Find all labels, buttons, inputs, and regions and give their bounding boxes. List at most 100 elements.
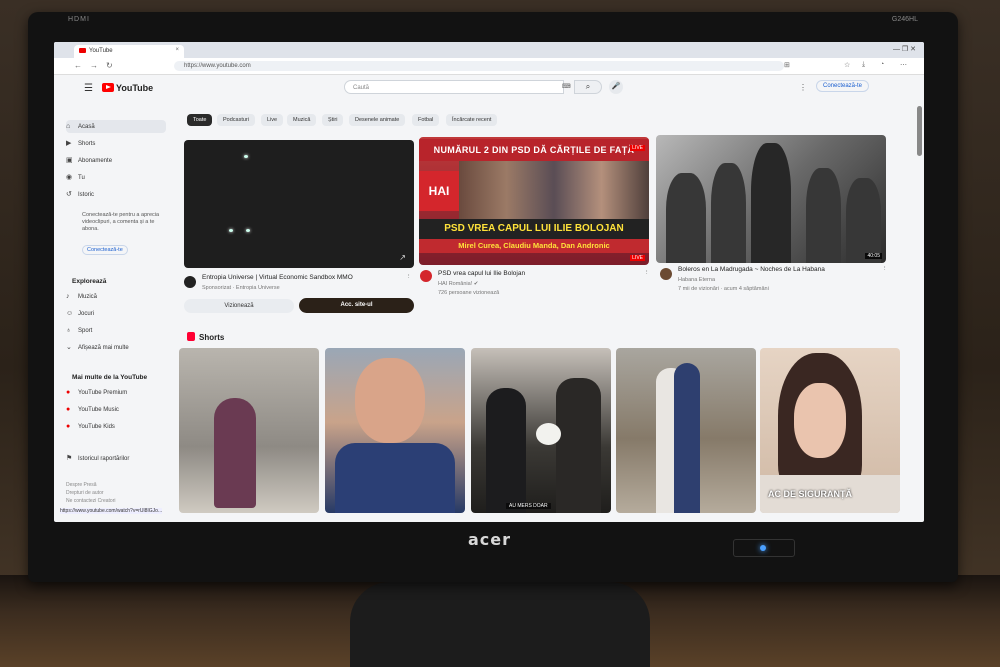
you-icon: ◉ (66, 174, 73, 181)
downloads-icon[interactable]: ⤓ (862, 61, 865, 69)
youtube-logo-text[interactable]: YouTube (116, 83, 153, 93)
hdmi-label: HDMI (68, 16, 90, 23)
chip-cartoons[interactable]: Desenele animate (349, 114, 406, 126)
sidebar-item-show-more[interactable]: ⌄ Afișează mai multe (66, 341, 166, 354)
sidebar-item-shorts[interactable]: ▶ Shorts (66, 137, 166, 150)
window-controls[interactable]: — ❐ ✕ (893, 45, 916, 53)
browser-tab[interactable]: YouTube × (74, 45, 184, 58)
sidebar-item-kids[interactable]: ● YouTube Kids (66, 420, 166, 433)
bookmark-icon[interactable]: ☆ (844, 61, 850, 69)
search-input[interactable]: Caută (344, 80, 564, 94)
chip-live[interactable]: Live (261, 114, 284, 126)
short-caption: AU MERS DOAR (506, 503, 551, 509)
back-icon[interactable]: ← (74, 61, 82, 70)
shorts-heading-text: Shorts (199, 333, 225, 342)
thumb-figure (806, 168, 841, 263)
sidebar-item-label: Sport (78, 328, 93, 334)
page-scrollbar[interactable] (917, 106, 922, 156)
watch-button[interactable]: Vizionează (184, 299, 294, 313)
youtube-kids-icon: ● (66, 423, 71, 430)
sidebar-signin-button[interactable]: Conectează-te (82, 245, 128, 255)
footer-links-1[interactable]: Despre Presă (66, 482, 97, 488)
channel-avatar[interactable] (660, 268, 672, 280)
short-card[interactable]: AU MERS DOAR (471, 348, 611, 513)
sidebar-item-subscriptions[interactable]: ▣ Abonamente (66, 154, 166, 167)
thumb-headline: PSD VREA CAPUL LUI ILIE BOLOJAN (419, 219, 649, 239)
short-person (214, 398, 256, 508)
video-title[interactable]: Boleros en La Madrugada ~ Noches de La H… (678, 266, 825, 273)
shorts-logo-icon (187, 332, 195, 341)
search-button[interactable]: ⌕ (574, 80, 602, 94)
monitor-brand: acer (468, 530, 512, 549)
sidebar-item-label: YouTube Premium (78, 390, 128, 396)
video-options-icon[interactable]: ⋮ (882, 266, 888, 272)
signin-button[interactable]: Conectează-te (816, 80, 870, 92)
youtube-favicon-icon (79, 48, 86, 53)
sidebar-item-premium[interactable]: ● YouTube Premium (66, 386, 166, 399)
extension-icon[interactable]: ⊞ (784, 61, 790, 69)
video-options-icon[interactable]: ⋮ (406, 274, 412, 280)
sidebar-item-history[interactable]: ↺ Istoric (66, 188, 166, 201)
video-title[interactable]: PSD vrea capul lui Ilie Bolojan (438, 270, 525, 277)
signin-note: Conectează-te pentru a aprecia videoclip… (82, 212, 160, 232)
chip-podcasts[interactable]: Podcasturi (217, 114, 255, 126)
url-field[interactable]: https://www.youtube.com (174, 61, 784, 71)
menu-icon[interactable]: ⋯ (900, 61, 907, 69)
microphone-icon[interactable]: 🎤 (609, 80, 623, 94)
profile-icon[interactable]: ◔ (880, 61, 884, 68)
status-url: https://www.youtube.com/watch?v=rUl8IGJo… (60, 508, 163, 514)
short-face (355, 358, 425, 443)
sidebar-item-you[interactable]: ◉ Tu (66, 171, 166, 184)
channel-name[interactable]: Habana Eterna (678, 277, 715, 283)
thumb-figure (751, 143, 791, 263)
chip-football[interactable]: Fotbal (412, 114, 440, 126)
settings-kebab-icon[interactable]: ⋮ (799, 83, 807, 92)
keyboard-icon[interactable]: ⌨ (562, 83, 571, 90)
sidebar-item-music[interactable]: ♪ Muzică (66, 290, 166, 303)
hamburger-menu-icon[interactable]: ☰ (84, 83, 93, 94)
video-title[interactable]: Entropia Universe | Virtual Economic San… (202, 274, 353, 281)
visit-site-button[interactable]: Acc. site-ul (299, 298, 414, 313)
short-person (335, 443, 455, 513)
youtube-premium-icon: ● (66, 389, 71, 396)
home-icon: ⌂ (66, 123, 71, 130)
chip-music[interactable]: Muzică (287, 114, 317, 126)
forward-icon[interactable]: → (90, 61, 98, 70)
sidebar-item-label: Acasă (78, 124, 95, 130)
chip-news[interactable]: Știri (322, 114, 344, 126)
sidebar-item-gaming[interactable]: ☺ Jocuri (66, 307, 166, 320)
short-card[interactable] (179, 348, 319, 513)
chip-all[interactable]: Toate (187, 114, 213, 126)
chip-recently-uploaded[interactable]: Încărcate recent (446, 114, 498, 126)
sidebar-item-home[interactable]: ⌂ Acasă (66, 120, 166, 133)
star-dot (246, 229, 250, 232)
sidebar-item-label: YouTube Music (78, 407, 119, 413)
sidebar-item-music-app[interactable]: ● YouTube Music (66, 403, 166, 416)
short-card[interactable] (616, 348, 756, 513)
star-dot (229, 229, 233, 232)
short-person (556, 378, 601, 513)
flowers (536, 423, 561, 445)
channel-avatar[interactable] (184, 276, 196, 288)
external-link-icon[interactable]: ↗ (399, 253, 406, 262)
close-tab-icon[interactable]: × (175, 47, 179, 53)
short-face (794, 383, 846, 458)
sports-icon: ♁ (66, 327, 72, 334)
channel-avatar[interactable] (420, 270, 432, 282)
sidebar-item-report-history[interactable]: ⚑ Istoricul raportărilor (66, 452, 166, 465)
channel-name[interactable]: HAI România! ✔ (438, 281, 478, 287)
youtube-logo-icon[interactable] (102, 83, 114, 92)
tab-title: YouTube (89, 48, 113, 54)
short-card[interactable]: AC DE SIGURANȚĂ (760, 348, 900, 513)
thumb-badge: HAI (419, 171, 459, 211)
short-card[interactable] (325, 348, 465, 513)
sidebar-item-sports[interactable]: ♁ Sport (66, 324, 166, 337)
video-thumbnail-ad[interactable]: ↗ (184, 140, 414, 268)
video-thumbnail-music[interactable]: 40:05 (656, 135, 886, 263)
short-overlay-text: AC DE SIGURANȚĂ (768, 489, 853, 499)
video-options-icon[interactable]: ⋮ (644, 270, 650, 276)
video-thumbnail-live[interactable]: NUMĂRUL 2 DIN PSD DĂ CĂRȚILE DE FAȚĂ HAI… (419, 137, 649, 265)
footer-links-2[interactable]: Drepturi de autor (66, 490, 104, 496)
reload-icon[interactable]: ↻ (106, 61, 113, 70)
footer-links-3[interactable]: Ne contactezi Creatori (66, 498, 115, 504)
